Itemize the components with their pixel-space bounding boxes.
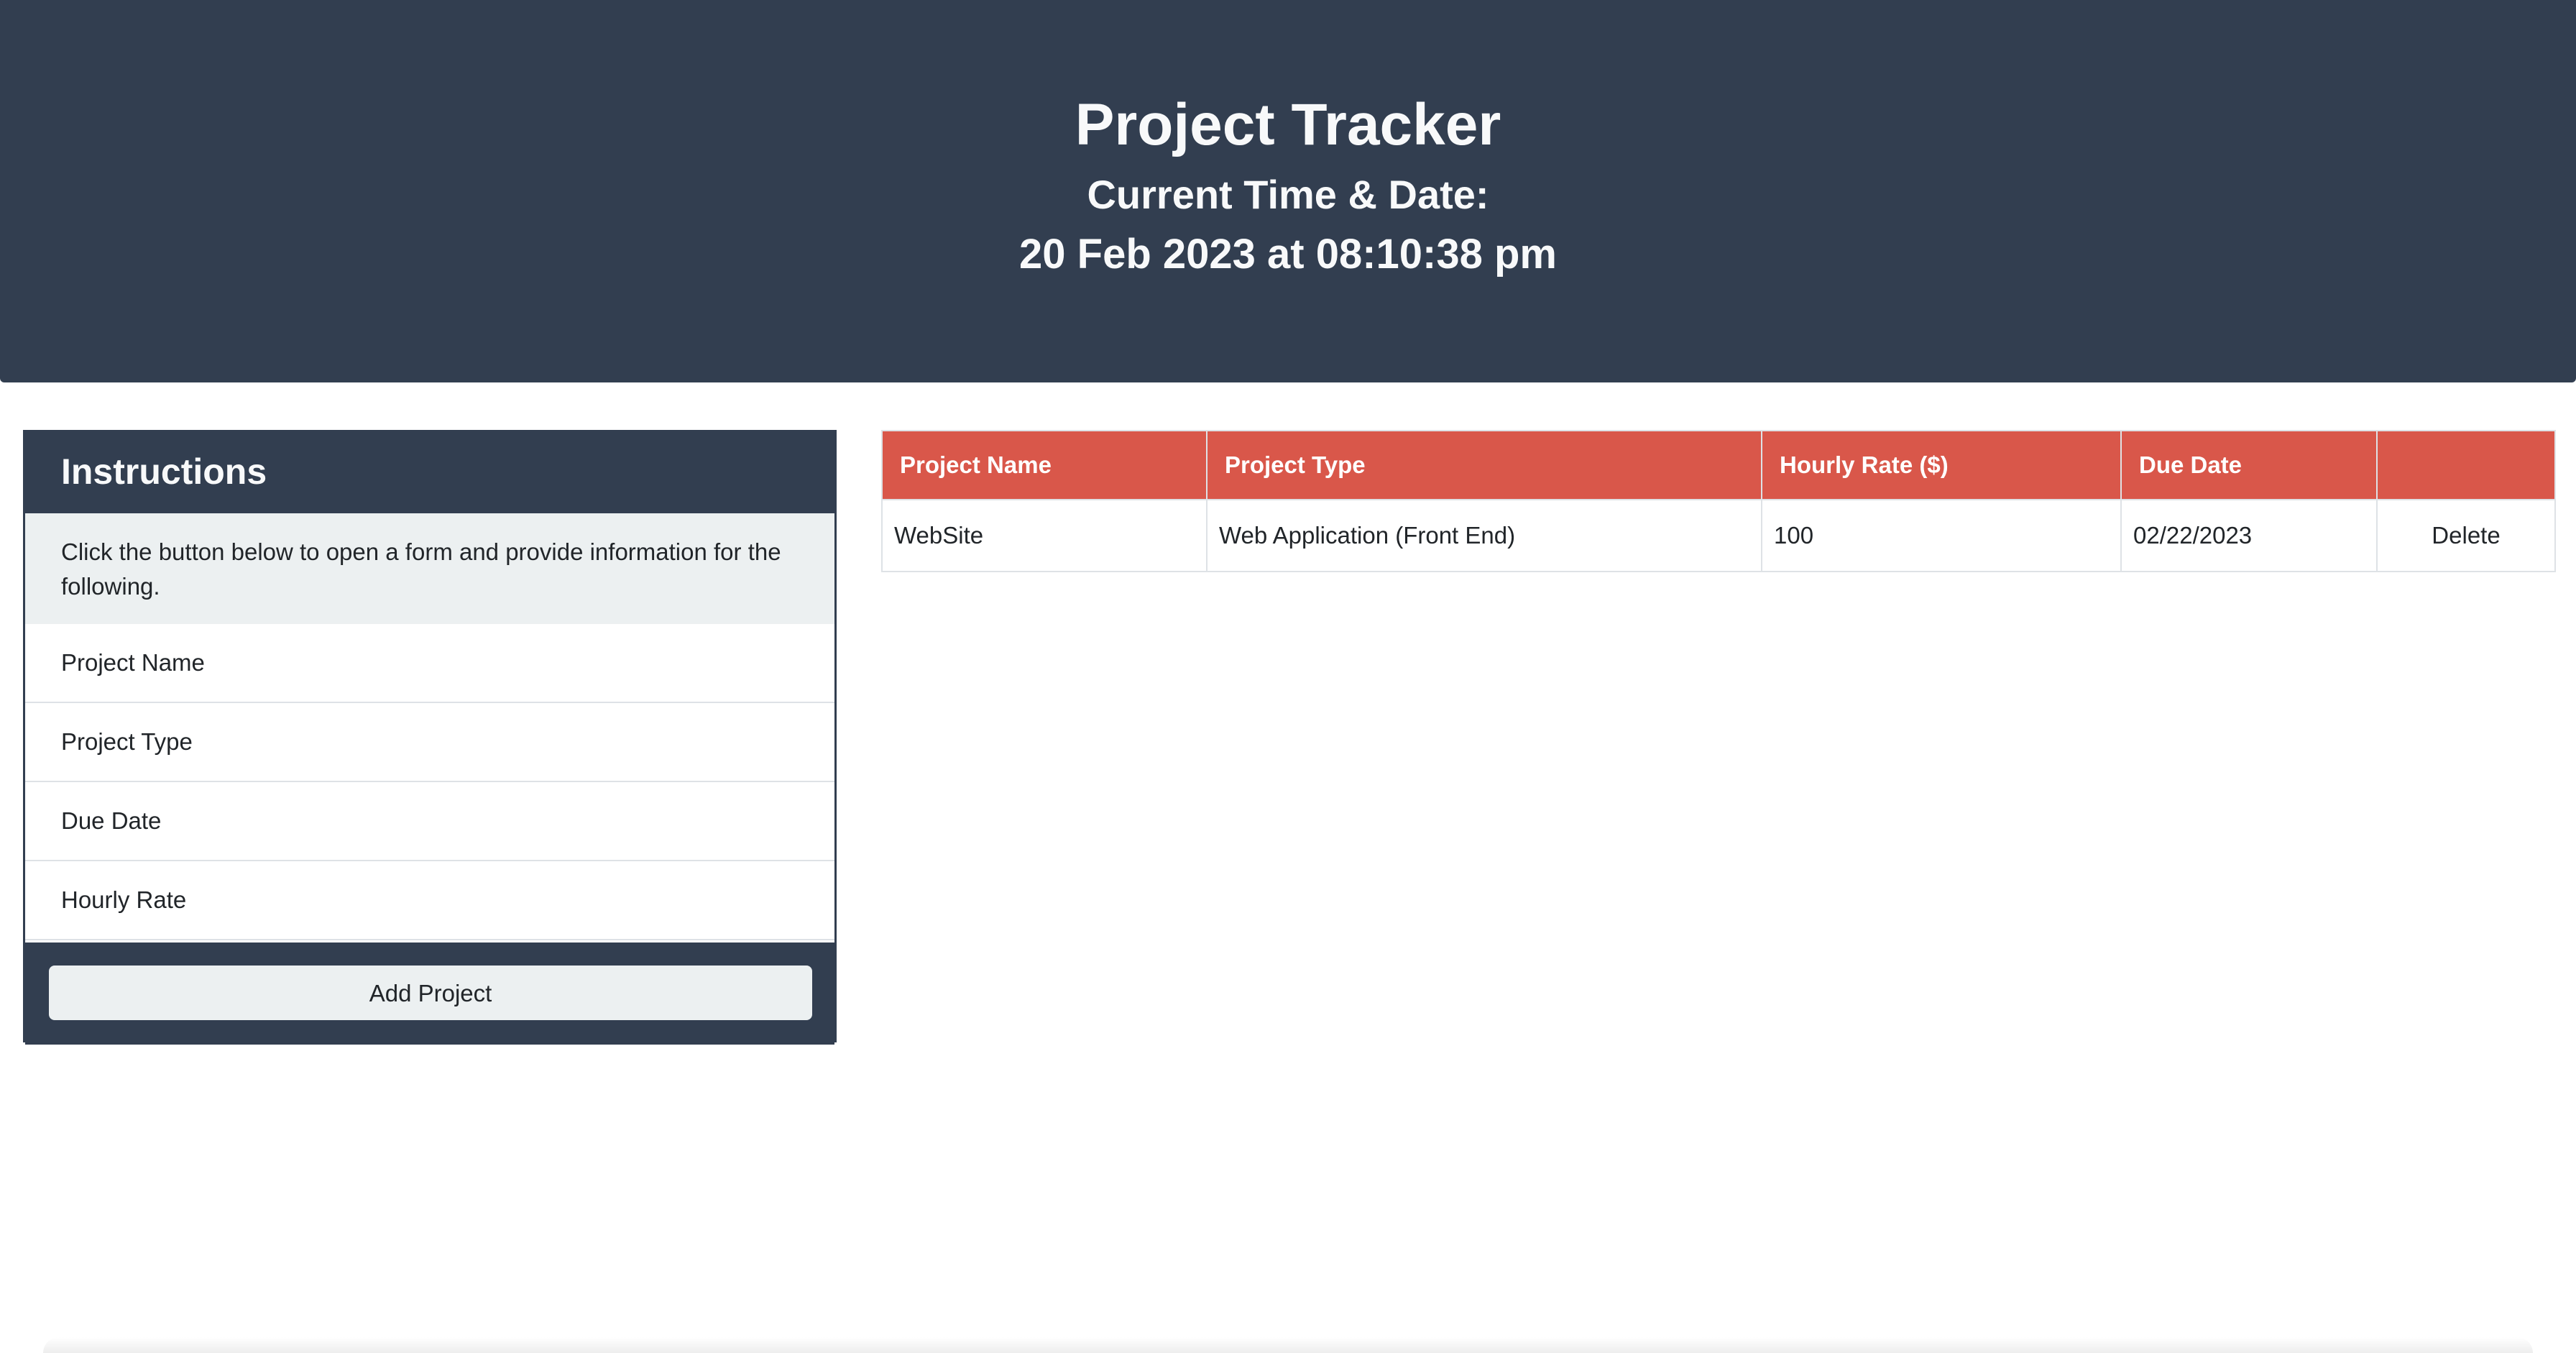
add-project-button[interactable]: Add Project <box>49 966 812 1020</box>
cell-project-name: WebSite <box>881 499 1208 572</box>
column-header-due-date: Due Date <box>2120 430 2378 500</box>
instructions-intro: Click the button below to open a form an… <box>25 513 834 624</box>
list-item-project-type: Project Type <box>25 703 834 782</box>
cell-actions: Delete <box>2376 499 2556 572</box>
column-header-project-type: Project Type <box>1206 430 1762 500</box>
table-header-row: Project Name Project Type Hourly Rate ($… <box>881 430 2556 500</box>
table-row: WebSite Web Application (Front End) 100 … <box>881 499 2556 572</box>
current-time-label: Current Time & Date: <box>1087 172 1489 217</box>
instructions-card: Instructions Click the button below to o… <box>23 430 837 1056</box>
instructions-footer: Add Project <box>25 942 834 1045</box>
list-item-project-name: Project Name <box>25 624 834 703</box>
list-item-due-date: Due Date <box>25 782 834 861</box>
projects-table: Project Name Project Type Hourly Rate ($… <box>881 430 2556 572</box>
column-header-project-name: Project Name <box>881 430 1208 500</box>
column-header-hourly-rate: Hourly Rate ($) <box>1761 430 2122 500</box>
current-datetime: 20 Feb 2023 at 08:10:38 pm <box>1019 231 1557 278</box>
bottom-shadow <box>43 1337 2533 1353</box>
projects-table-container: Project Name Project Type Hourly Rate ($… <box>881 430 2556 572</box>
delete-button[interactable]: Delete <box>2417 516 2514 555</box>
cell-due-date: 02/22/2023 <box>2120 499 2378 572</box>
cell-hourly-rate: 100 <box>1761 499 2122 572</box>
page-header: Project Tracker Current Time & Date: 20 … <box>0 0 2576 382</box>
list-item-hourly-rate: Hourly Rate <box>25 861 834 940</box>
page-title: Project Tracker <box>1075 92 1501 157</box>
cell-project-type: Web Application (Front End) <box>1206 499 1762 572</box>
instructions-title: Instructions <box>25 432 834 511</box>
column-header-actions <box>2376 430 2556 500</box>
